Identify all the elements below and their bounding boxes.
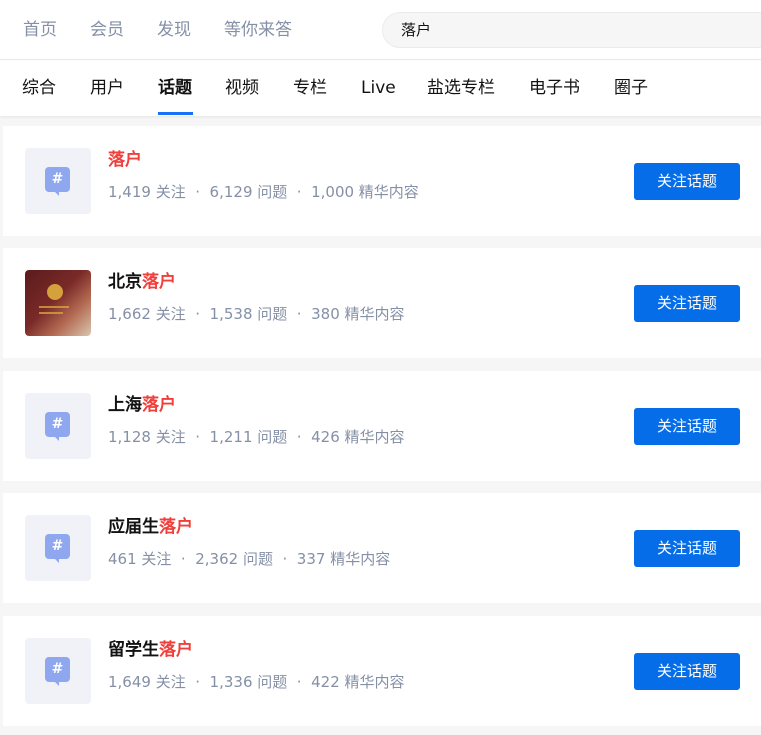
follow-topic-button[interactable]: 关注话题 (634, 653, 740, 690)
nav-home[interactable]: 首页 (23, 18, 57, 42)
topic-card[interactable]: # 留学生落户 1,649 关注 · 1,336 问题 · 422 精华内容 关… (3, 616, 761, 726)
follow-topic-button[interactable]: 关注话题 (634, 408, 740, 445)
topic-avatar[interactable]: # (25, 515, 91, 581)
topic-card[interactable]: 北京落户 1,662 关注 · 1,538 问题 · 380 精华内容 关注话题 (3, 248, 761, 358)
topic-meta: 1,662 关注 · 1,538 问题 · 380 精华内容 (108, 305, 405, 323)
keyword-highlight: 落户 (159, 640, 193, 660)
top-nav: 首页 会员 发现 等你来答 (23, 18, 325, 42)
keyword-highlight: 落户 (142, 395, 176, 415)
tab-comprehensive[interactable]: 综合 (22, 77, 56, 99)
topic-title[interactable]: 上海落户 (108, 393, 176, 417)
search-tabs: 综合 用户 话题 视频 专栏 Live 盐选专栏 电子书 圈子 (0, 60, 761, 116)
topic-meta: 1,128 关注 · 1,211 问题 · 426 精华内容 (108, 428, 405, 446)
search-input[interactable]: 落户 (382, 12, 761, 48)
tab-videos[interactable]: 视频 (225, 77, 259, 99)
tab-live[interactable]: Live (361, 77, 396, 99)
topic-avatar[interactable]: # (25, 393, 91, 459)
hashtag-icon: # (45, 534, 70, 563)
tab-circles[interactable]: 圈子 (614, 77, 648, 99)
topic-meta: 1,419 关注 · 6,129 问题 · 1,000 精华内容 (108, 183, 419, 201)
tab-columns[interactable]: 专栏 (293, 77, 327, 99)
topic-meta: 1,649 关注 · 1,336 问题 · 422 精华内容 (108, 673, 405, 691)
follow-topic-button[interactable]: 关注话题 (634, 285, 740, 322)
topic-title[interactable]: 应届生落户 (108, 515, 193, 539)
top-bar: 首页 会员 发现 等你来答 落户 (0, 0, 761, 60)
tab-ebooks[interactable]: 电子书 (529, 77, 580, 99)
topic-title[interactable]: 北京落户 (108, 270, 176, 294)
tab-topics[interactable]: 话题 (158, 77, 192, 99)
tab-users[interactable]: 用户 (90, 77, 124, 99)
nav-waiting-answers[interactable]: 等你来答 (224, 18, 292, 42)
topic-title[interactable]: 留学生落户 (108, 638, 193, 662)
nav-discover[interactable]: 发现 (157, 18, 191, 42)
topic-card[interactable]: # 落户 1,419 关注 · 6,129 问题 · 1,000 精华内容 关注… (3, 126, 761, 236)
emblem-icon (47, 284, 63, 300)
topic-avatar[interactable]: # (25, 148, 91, 214)
topic-avatar-image[interactable] (25, 270, 91, 336)
keyword-highlight: 落户 (142, 272, 176, 292)
hashtag-icon: # (45, 167, 70, 196)
topic-title[interactable]: 落户 (108, 148, 142, 172)
topic-card[interactable]: # 应届生落户 461 关注 · 2,362 问题 · 337 精华内容 关注话… (3, 493, 761, 603)
follow-topic-button[interactable]: 关注话题 (634, 163, 740, 200)
hashtag-icon: # (45, 412, 70, 441)
active-tab-indicator (158, 112, 193, 115)
topic-meta: 461 关注 · 2,362 问题 · 337 精华内容 (108, 550, 391, 568)
topic-avatar[interactable]: # (25, 638, 91, 704)
topic-card[interactable]: # 上海落户 1,128 关注 · 1,211 问题 · 426 精华内容 关注… (3, 371, 761, 481)
follow-topic-button[interactable]: 关注话题 (634, 530, 740, 567)
keyword-highlight: 落户 (159, 517, 193, 537)
nav-membership[interactable]: 会员 (90, 18, 124, 42)
keyword-highlight: 落户 (108, 150, 142, 170)
hashtag-icon: # (45, 657, 70, 686)
tab-salt-columns[interactable]: 盐选专栏 (427, 77, 495, 99)
